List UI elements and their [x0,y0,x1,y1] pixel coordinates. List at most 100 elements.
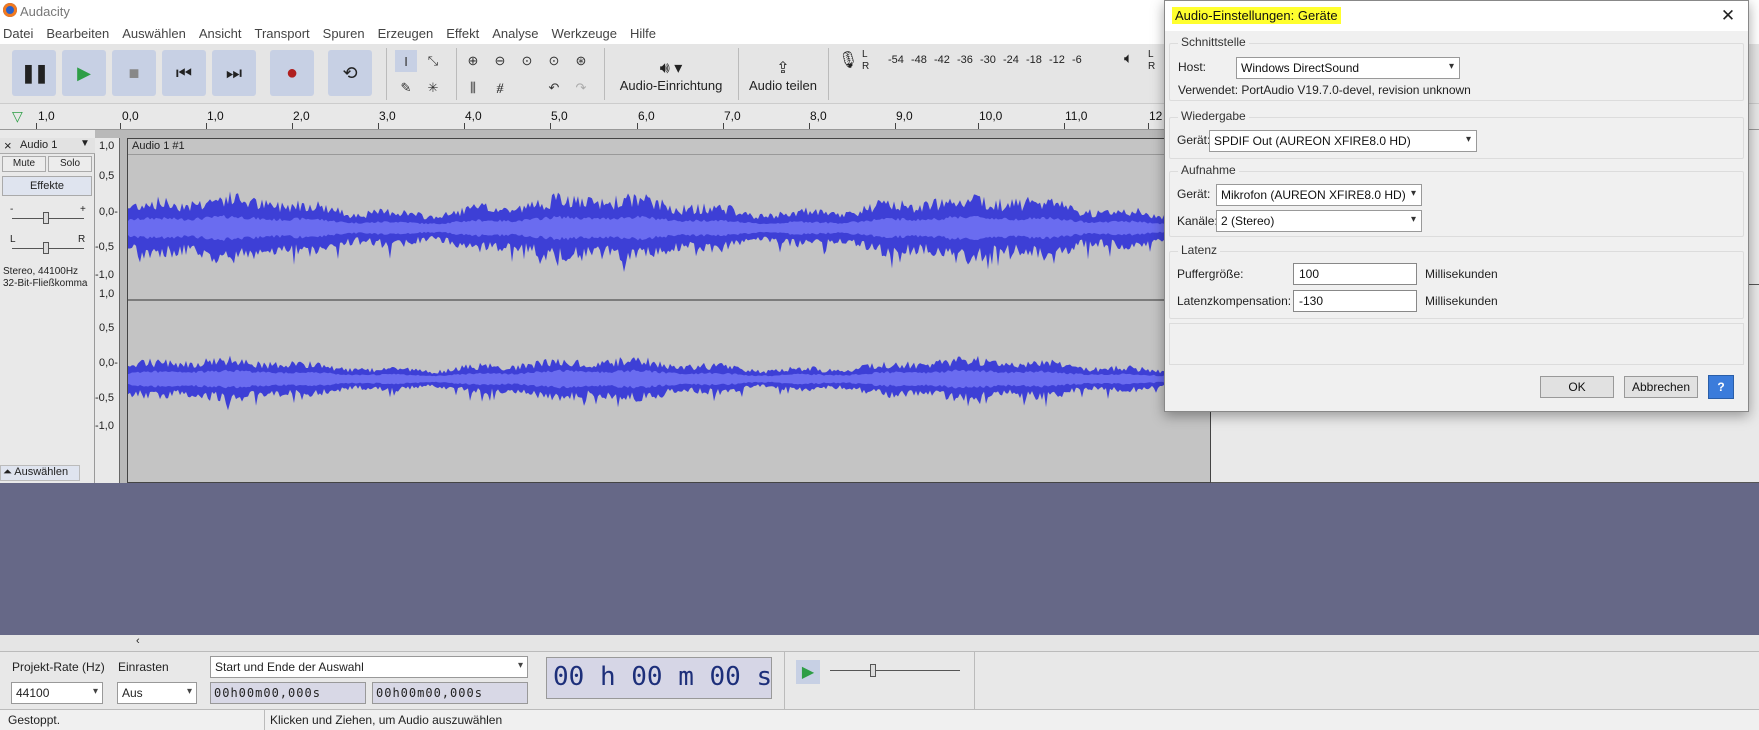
mute-button[interactable]: Mute [2,156,46,172]
share-audio-button[interactable]: ⇪ Audio teilen [746,48,820,102]
menu-auswaehlen[interactable]: Auswählen [122,26,186,41]
buffer-size-input[interactable]: 100 [1293,263,1417,285]
help-button[interactable]: ? [1708,375,1734,399]
status-hint: Klicken und Ziehen, um Audio auszuwählen [270,713,503,727]
ruler-tick [723,123,724,129]
zoom-in-button[interactable]: ⊕ [462,50,484,72]
selection-tool-button[interactable]: I [395,50,417,72]
playhead-triangle-icon[interactable]: ▽ [12,108,23,125]
recording-device-select[interactable]: Mikrofon (AUREON XFIRE8.0 HD) ▾ [1216,184,1422,206]
menu-spuren[interactable]: Spuren [323,26,365,41]
portaudio-version: Verwendet: PortAudio V19.7.0-devel, revi… [1178,83,1471,97]
skip-to-end-button[interactable]: ⏭ [212,50,256,96]
asterisk-icon: ✳ [427,80,439,95]
gain-minus-label: - [10,204,14,215]
menu-werkzeuge[interactable]: Werkzeuge [552,26,618,41]
draw-tool-button[interactable]: ✎ [395,77,417,99]
play-icon: ▶ [801,664,815,681]
ruler-tick-label: 3,0 [379,109,396,123]
time-display[interactable]: 00 h 00 m 00 s [546,657,772,699]
ruler-tick-label: 6,0 [638,109,655,123]
project-rate-select[interactable]: 44100 ▾ [11,682,103,704]
pause-button[interactable]: ❚❚ [12,50,56,96]
chevron-down-icon: ▾ [186,686,192,697]
gain-slider-thumb[interactable] [43,212,49,224]
menu-ansicht[interactable]: Ansicht [199,26,242,41]
track-name[interactable]: Audio 1 [20,139,57,151]
ruler-tick [978,123,979,129]
audio-clip[interactable]: Audio 1 #1 [127,138,1211,483]
playback-device-label: Gerät: [1177,133,1211,147]
track-menu-chevron-icon[interactable]: ▼ [80,138,90,149]
snap-select[interactable]: Aus ▾ [117,682,197,704]
play-speed-slider[interactable] [830,670,960,671]
selection-start-time[interactable]: 00h00m00,000s [210,682,366,704]
fit-selection-button[interactable]: ⊙ [516,50,538,72]
recording-device-label: Gerät: [1177,187,1211,201]
dialog-title-bar[interactable]: Audio-Einstellungen: Geräte ✕ [1165,1,1748,31]
play-speed-thumb[interactable] [870,664,876,677]
ruler-tick-label: 1,0 [38,109,55,123]
menu-erzeugen[interactable]: Erzeugen [378,26,434,41]
zoom-toggle-button[interactable]: ⊛ [570,50,592,72]
playback-device-select[interactable]: SPDIF Out (AUREON XFIRE8.0 HD) ▾ [1209,130,1477,152]
ruler-tick [895,123,896,129]
multi-tool-button[interactable]: ✳ [422,77,444,99]
menu-bearbeiten[interactable]: Bearbeiten [46,26,109,41]
latency-compensation-input[interactable]: -130 [1293,290,1417,312]
envelope-tool-button[interactable]: ⤡ [422,50,444,72]
ruler-tick-label: 2,0 [293,109,310,123]
buffer-size-label: Puffergröße: [1177,267,1244,281]
scroll-left-icon[interactable]: ‹ [136,635,140,647]
undo-button[interactable]: ↶ [543,77,565,99]
selection-mode-select[interactable]: Start und Ende der Auswahl ▾ [210,656,528,678]
playback-speaker-icon[interactable]: 🔈︎ [1124,50,1133,67]
menu-transport[interactable]: Transport [255,26,310,41]
pause-icon: ❚❚ [20,62,49,83]
pan-l-label: L [10,234,16,245]
solo-button[interactable]: Solo [48,156,92,172]
end-time-value: 00h00m00,000s [376,686,483,700]
track-header: × Audio 1 ▼ [0,138,95,154]
ok-button[interactable]: OK [1540,376,1614,398]
recording-meter[interactable]: -54 -48 -42 -36 -30 -24 -18 -12 -6 [876,52,1112,72]
toolbar-separator [738,48,739,100]
menu-datei[interactable]: Datei [3,26,33,41]
selection-end-time[interactable]: 00h00m00,000s [372,682,528,704]
zoom-fit-icon: ⊙ [548,53,560,68]
stop-button[interactable]: ■ [112,50,156,96]
menu-analyse[interactable]: Analyse [492,26,538,41]
menu-hilfe[interactable]: Hilfe [630,26,656,41]
fit-project-button[interactable]: ⊙ [543,50,565,72]
redo-button[interactable]: ↷ [570,77,592,99]
undo-icon: ↶ [548,80,560,95]
audio-setup-button[interactable]: 🔊︎ ▾ Audio-Einrichtung [612,48,730,102]
play-button[interactable]: ▶ [62,50,106,96]
menu-effekt[interactable]: Effekt [446,26,479,41]
waveform[interactable] [128,155,1210,482]
trim-button[interactable]: ⫼ [462,77,484,99]
collapse-triangle-icon: ⏶ [3,466,12,478]
zoom-out-button[interactable]: ⊖ [489,50,511,72]
skip-to-start-button[interactable]: ⏮ [162,50,206,96]
channels-select[interactable]: 2 (Stereo) ▾ [1216,210,1422,232]
recording-group: Aufnahme Gerät: Mikrofon (AUREON XFIRE8.… [1169,163,1744,237]
cancel-button[interactable]: Abbrechen [1624,376,1698,398]
silence-button[interactable]: ⧥ [489,77,511,99]
play-at-speed-button[interactable]: ▶ [796,660,820,684]
pan-slider-thumb[interactable] [43,242,49,254]
clip-title-bar[interactable]: Audio 1 #1 [128,139,1210,155]
effects-button[interactable]: Effekte [2,176,92,196]
select-track-button[interactable]: ⏶ Auswählen [0,465,80,481]
microphone-icon[interactable]: 🎙︎ [838,50,858,70]
playback-device-value: SPDIF Out (AUREON XFIRE8.0 HD) [1214,134,1411,148]
loop-button[interactable]: ⟲ [328,50,372,96]
dialog-close-button[interactable]: ✕ [1715,5,1741,27]
project-rate-label: Projekt-Rate (Hz) [12,660,105,674]
dialog-empty-area [1169,323,1744,365]
host-select[interactable]: Windows DirectSound ▾ [1236,57,1460,79]
empty-tracks-area[interactable] [0,483,1759,635]
horizontal-scrollbar[interactable]: ‹ [0,635,1759,651]
close-track-icon[interactable]: × [4,138,12,153]
record-button[interactable]: ● [270,50,314,96]
